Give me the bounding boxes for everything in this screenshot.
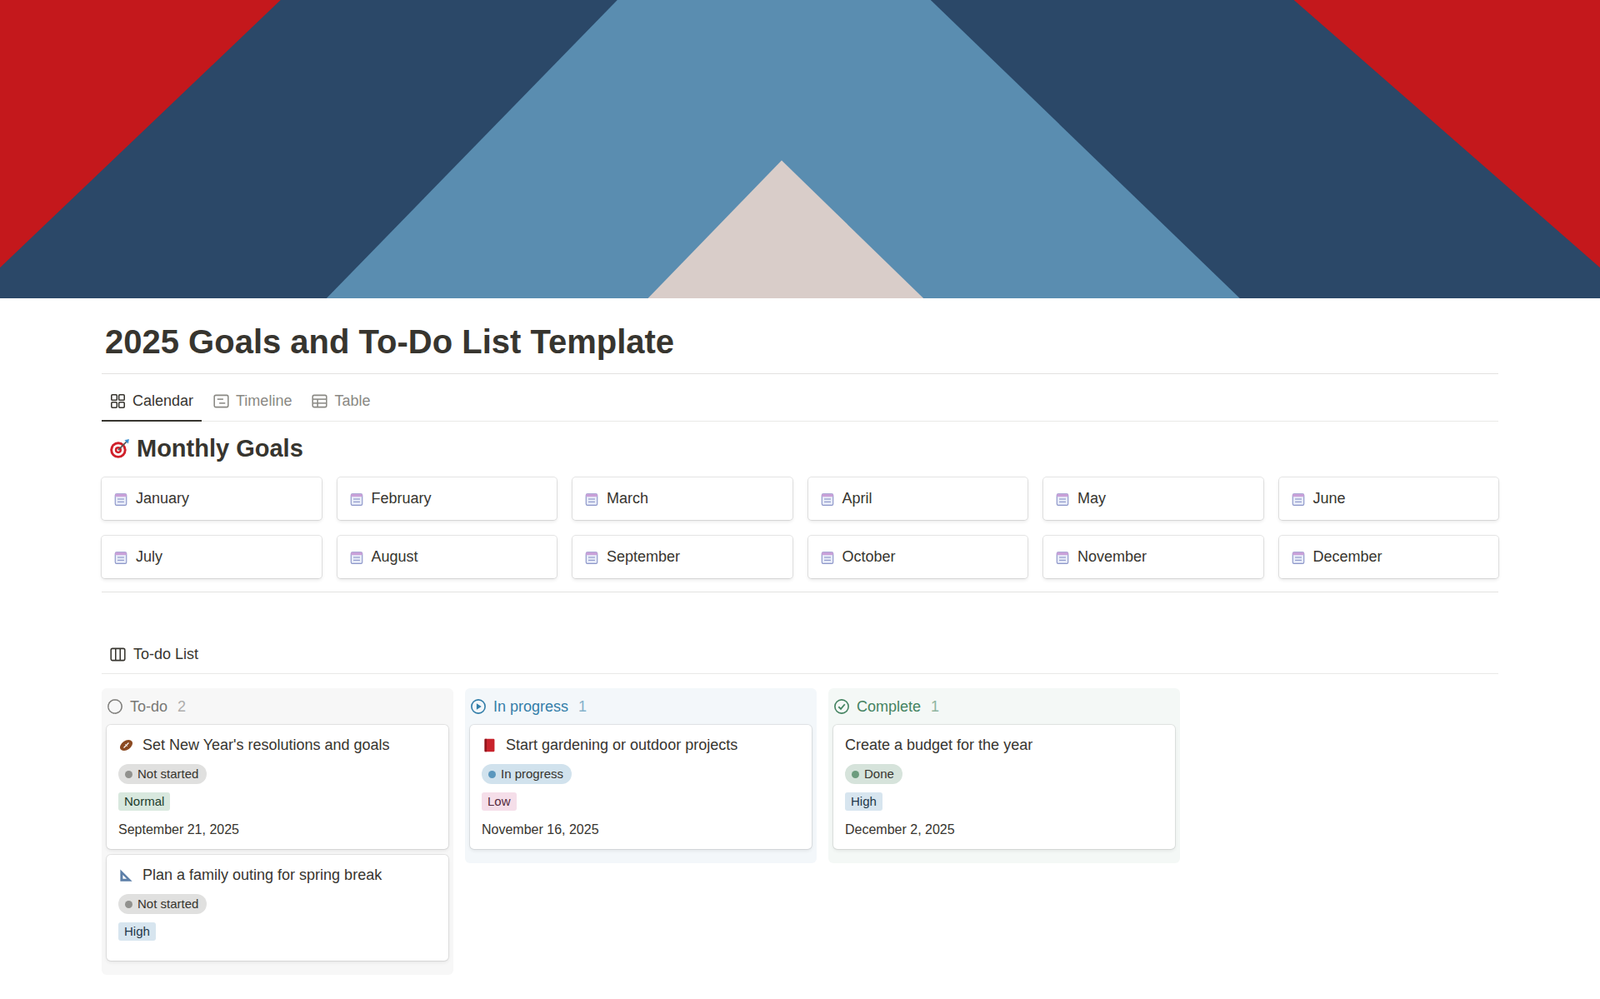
- calendar-icon: [1290, 550, 1306, 565]
- gallery-icon: [110, 393, 126, 410]
- status-badge: Not started: [118, 894, 207, 915]
- board: To-do 2 Set New Year's resolutions and g…: [101, 688, 1499, 975]
- status-badge: In progress: [481, 764, 572, 785]
- timeline-icon: [213, 393, 230, 410]
- task-card[interactable]: Create a budget for the year Done High D…: [833, 725, 1175, 850]
- section-heading: Monthly Goals: [101, 421, 1499, 478]
- column-header: To-do 2: [106, 688, 449, 725]
- calendar-icon: [113, 550, 129, 565]
- calendar-icon: [1055, 491, 1070, 507]
- board-column: To-do 2 Set New Year's resolutions and g…: [101, 688, 454, 975]
- board-column: Complete 1 Create a budget for the year …: [828, 688, 1180, 864]
- calendar-icon: [349, 550, 365, 565]
- column-header: In progress 1: [470, 688, 812, 725]
- calendar-icon: [820, 550, 835, 565]
- target-icon: [108, 438, 130, 460]
- table-icon: [311, 393, 328, 410]
- task-card[interactable]: Plan a family outing for spring break No…: [106, 855, 449, 961]
- month-card[interactable]: June: [1279, 477, 1500, 520]
- view-tabs: Calendar Timeline Table: [101, 374, 1499, 422]
- month-card[interactable]: August: [337, 535, 558, 579]
- month-card[interactable]: October: [808, 535, 1029, 579]
- board-column: In progress 1 Start gardening or outdoor…: [465, 688, 817, 864]
- priority-tag: Normal: [118, 792, 170, 811]
- month-card[interactable]: November: [1043, 535, 1264, 579]
- football-icon: [118, 737, 135, 754]
- view-tab[interactable]: Table: [303, 385, 379, 422]
- board-title[interactable]: To-do List: [101, 639, 1499, 675]
- column-header: Complete 1: [833, 688, 1175, 725]
- calendar-icon: [1055, 550, 1070, 565]
- priority-tag: High: [845, 792, 883, 811]
- calendar-icon: [820, 491, 835, 507]
- page: 2025 Goals and To-Do List Template Calen…: [0, 0, 1600, 975]
- play-circle-icon: [470, 698, 487, 715]
- cover-image: [0, 0, 1600, 299]
- due-date: November 16, 2025: [481, 822, 800, 838]
- view-tab[interactable]: Calendar: [101, 385, 202, 422]
- due-date: December 2, 2025: [845, 822, 1164, 838]
- month-card[interactable]: May: [1043, 477, 1264, 520]
- task-card[interactable]: Start gardening or outdoor projects In p…: [470, 725, 812, 850]
- month-grid: January February March April May June Ju…: [101, 477, 1499, 579]
- priority-tag: High: [118, 922, 156, 941]
- month-card[interactable]: March: [572, 477, 793, 520]
- calendar-icon: [349, 491, 365, 507]
- book-icon: [481, 737, 498, 754]
- month-card[interactable]: September: [572, 535, 793, 579]
- month-card[interactable]: January: [101, 477, 322, 520]
- ruler-icon: [118, 867, 135, 884]
- task-card[interactable]: Set New Year's resolutions and goals Not…: [106, 725, 449, 850]
- page-title: 2025 Goals and To-Do List Template: [101, 298, 1499, 375]
- calendar-icon: [584, 550, 600, 565]
- priority-tag: Low: [481, 792, 517, 811]
- calendar-icon: [1290, 491, 1306, 507]
- month-card[interactable]: April: [808, 477, 1029, 520]
- calendar-icon: [584, 491, 600, 507]
- empty-circle-icon: [106, 698, 124, 715]
- calendar-icon: [113, 491, 129, 507]
- due-date: September 21, 2025: [118, 822, 437, 838]
- view-tab[interactable]: Timeline: [205, 385, 300, 422]
- status-badge: Done: [845, 764, 903, 785]
- month-card[interactable]: July: [101, 535, 322, 579]
- month-card[interactable]: December: [1279, 535, 1500, 579]
- month-card[interactable]: February: [337, 477, 558, 520]
- board-icon: [110, 646, 126, 663]
- status-badge: Not started: [118, 764, 207, 785]
- check-circle-icon: [833, 698, 850, 715]
